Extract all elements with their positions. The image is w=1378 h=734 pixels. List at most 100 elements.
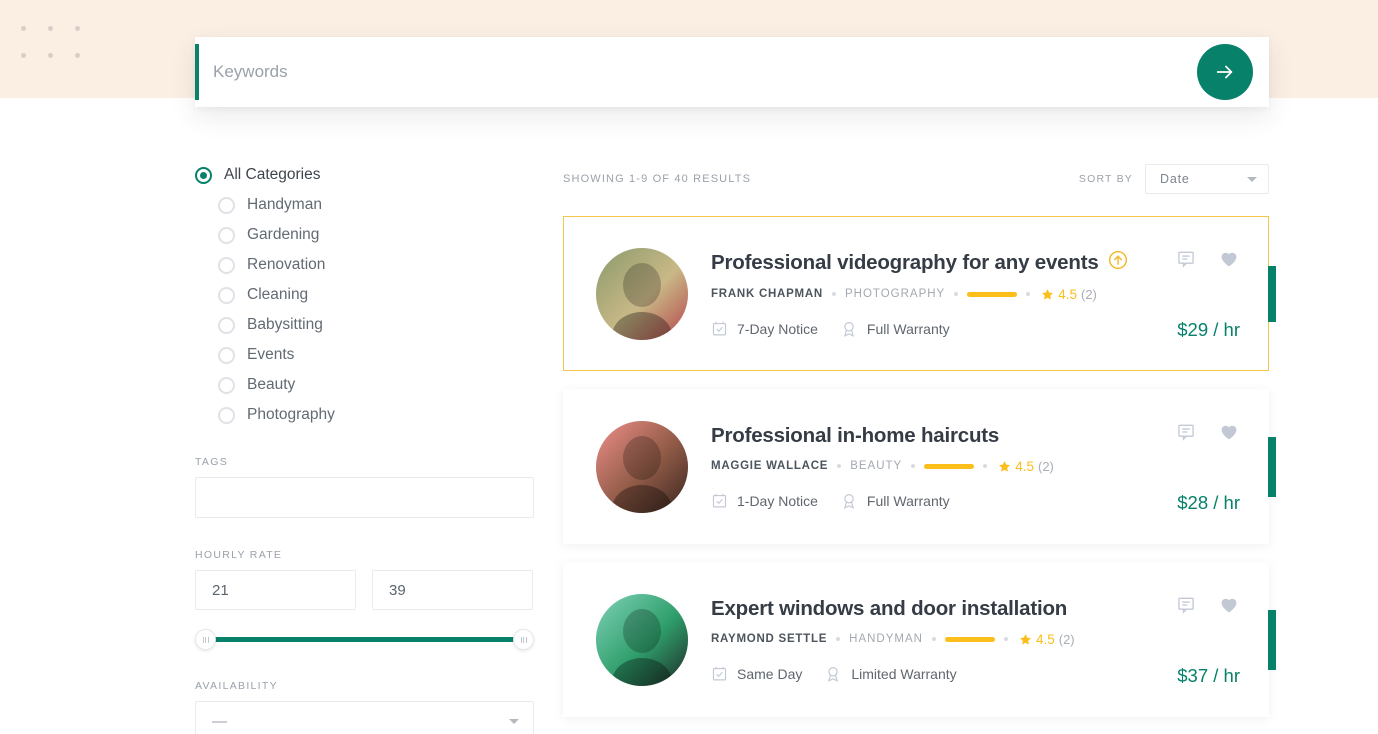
category-item-beauty[interactable]: Beauty (195, 370, 540, 400)
heart-icon[interactable] (1218, 248, 1240, 269)
sort-control: Sort by Date (1079, 164, 1269, 194)
card-meta: Maggie Wallace Beauty 4.5 (2) (711, 459, 1141, 474)
notice-label: 7-Day Notice (737, 320, 818, 337)
rate-max-input[interactable] (372, 570, 533, 610)
warranty-tag: Full Warranty (840, 492, 950, 510)
result-card[interactable]: Expert windows and door installation Ray… (563, 562, 1276, 717)
category-label: Babysitting (247, 316, 323, 333)
warranty-label: Full Warranty (866, 492, 950, 509)
radio-icon[interactable] (218, 406, 235, 424)
card-price: $29 / hr (1177, 319, 1240, 340)
card-category[interactable]: Beauty (850, 460, 902, 472)
comment-icon[interactable] (1176, 422, 1196, 442)
calendar-check-icon (712, 493, 727, 508)
tags-filter: Tags (195, 456, 540, 518)
radio-icon[interactable] (218, 346, 235, 364)
card-author[interactable]: Raymond Settle (711, 633, 827, 645)
radio-icon[interactable] (218, 316, 235, 334)
card-author[interactable]: Maggie Wallace (711, 460, 828, 472)
rating-count: (2) (1081, 286, 1097, 302)
availability-select[interactable]: — (195, 701, 534, 734)
meta-separator (836, 637, 841, 641)
card-body: Expert windows and door installation Ray… (711, 597, 1141, 683)
search-input[interactable] (213, 62, 1113, 82)
decor-dot (21, 26, 26, 31)
radio-icon[interactable] (218, 286, 235, 304)
chevron-down-icon (509, 718, 519, 724)
result-card[interactable]: Professional videography for any events … (563, 216, 1276, 371)
category-filter-list: All Categories Handyman Gardening Renovatio… (195, 160, 540, 430)
rate-min-input[interactable] (195, 570, 356, 610)
category-item-babysitting[interactable]: Babysitting (195, 310, 540, 340)
hourly-rate-filter: Hourly Rate (195, 549, 540, 651)
search-submit-button[interactable] (1197, 44, 1253, 100)
card-actions (1176, 248, 1240, 269)
decor-dot (48, 26, 53, 31)
card-meta: Raymond Settle Handyman 4.5 (2) (711, 632, 1141, 647)
avatar (596, 420, 688, 513)
rating-value: 4.5 (1015, 458, 1034, 474)
notice-tag: Same Day (711, 665, 802, 682)
rating-value: 4.5 (1058, 286, 1077, 302)
card-author[interactable]: Frank Chapman (711, 288, 823, 300)
category-label: All Categories (224, 166, 321, 183)
category-label: Events (247, 346, 295, 363)
slider-handle-min[interactable] (195, 629, 216, 650)
radio-icon[interactable] (218, 256, 235, 274)
rating: 4.5 (2) (1019, 632, 1075, 647)
card-action-tab[interactable] (1268, 436, 1276, 497)
category-item-gardening[interactable]: Gardening (195, 220, 540, 250)
decor-dot (75, 26, 80, 31)
card-tags: 1-Day Notice Full Warranty (711, 492, 1141, 510)
radio-icon[interactable] (218, 376, 235, 394)
hourly-rate-label: Hourly Rate (195, 549, 283, 561)
rating-bar (924, 463, 975, 469)
radio-icon[interactable] (195, 166, 212, 184)
star-icon (1020, 633, 1031, 645)
meta-separator (931, 637, 936, 641)
result-card[interactable]: Professional in-home haircuts Maggie Wal… (563, 389, 1276, 544)
category-item-handyman[interactable]: Handyman (195, 190, 540, 220)
category-item-renovation[interactable]: Renovation (195, 250, 540, 280)
meta-separator (1026, 292, 1031, 296)
avatar-image (596, 247, 688, 340)
decor-dot (75, 53, 80, 58)
card-actions (1176, 594, 1240, 615)
slider-handle-max[interactable] (513, 629, 534, 650)
comment-icon[interactable] (1176, 595, 1196, 615)
calendar-check-icon (712, 321, 727, 336)
rate-range-slider[interactable] (195, 629, 534, 651)
sort-value: Date (1160, 172, 1190, 186)
radio-icon[interactable] (218, 226, 235, 244)
notice-tag: 1-Day Notice (711, 492, 818, 509)
category-label: Gardening (247, 226, 320, 243)
sort-select[interactable]: Date (1145, 164, 1269, 194)
heart-icon[interactable] (1218, 421, 1240, 442)
tags-input[interactable] (195, 477, 534, 518)
category-item-events[interactable]: Events (195, 340, 540, 370)
meta-separator (911, 464, 916, 468)
category-item-all-categories[interactable]: All Categories (195, 160, 540, 190)
category-item-cleaning[interactable]: Cleaning (195, 280, 540, 310)
category-item-photography[interactable]: Photography (195, 400, 540, 430)
results-header: Showing 1-9 of 40 results Sort by Date (563, 160, 1269, 198)
card-action-tab[interactable] (1268, 265, 1276, 322)
tags-label: Tags (195, 456, 229, 468)
meta-separator (954, 292, 959, 296)
meta-separator (1003, 637, 1008, 641)
heart-icon[interactable] (1218, 594, 1240, 615)
card-meta: Frank Chapman Photography 4.5 (2) (711, 287, 1141, 302)
meta-separator (983, 464, 988, 468)
card-title: Expert windows and door installation (711, 596, 1068, 620)
card-category[interactable]: Handyman (849, 633, 923, 645)
card-category[interactable]: Photography (845, 288, 945, 300)
card-tags: Same Day Limited Warranty (711, 665, 1141, 683)
card-action-tab[interactable] (1268, 609, 1276, 670)
warranty-tag: Full Warranty (840, 320, 950, 338)
card-price: $37 / hr (1177, 665, 1240, 686)
radio-icon[interactable] (218, 196, 235, 214)
filters-sidebar: All Categories Handyman Gardening Renovatio… (195, 160, 540, 734)
search-bar (195, 37, 1269, 107)
comment-icon[interactable] (1176, 249, 1196, 269)
card-body: Professional videography for any events … (711, 250, 1141, 338)
